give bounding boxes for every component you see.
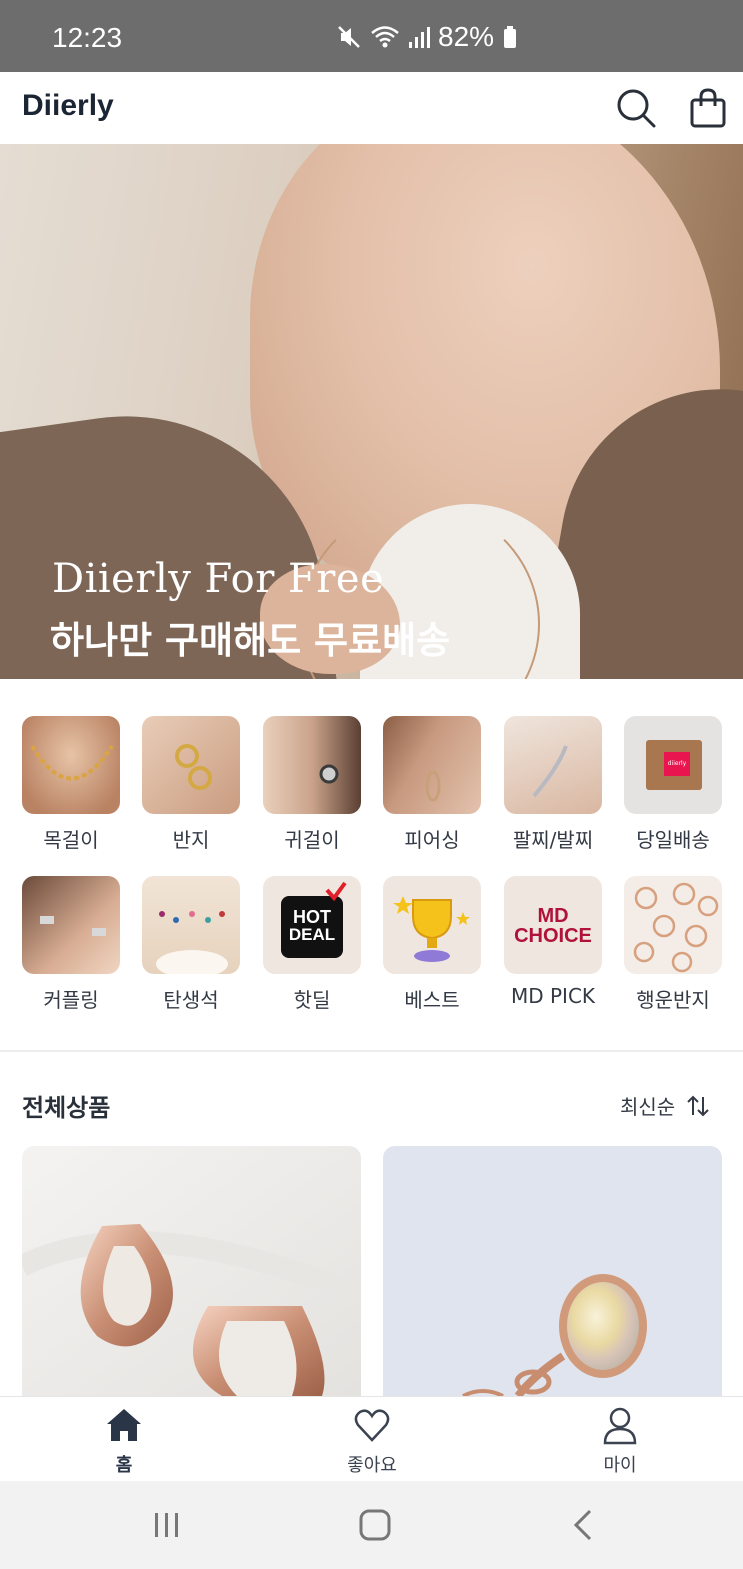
category-label: 베스트 (404, 988, 460, 1012)
shopping-bag-icon[interactable] (686, 86, 730, 130)
category-ring[interactable]: 반지 (141, 716, 241, 853)
category-label: 귀걸이 (284, 828, 340, 852)
category-lucky-ring[interactable]: 행운반지 (623, 876, 723, 1013)
delivery-box-label: diierly (664, 752, 690, 776)
category-thumbnail: diierly (624, 716, 722, 814)
hero-banner[interactable]: Diierly For Free 하나만 구매해도 무료배송 (0, 144, 743, 679)
category-piercing[interactable]: 피어싱 (382, 716, 482, 853)
product-card[interactable] (22, 1146, 361, 1396)
category-thumbnail: HOT DEAL (263, 876, 361, 974)
nav-likes-label: 좋아요 (347, 1455, 397, 1476)
category-bracelet[interactable]: 팔찌/발찌 (503, 716, 603, 853)
hero-title-en: Diierly For Free (52, 556, 385, 602)
home-button-icon[interactable] (355, 1505, 395, 1545)
app-header: Diierly (0, 72, 743, 144)
category-thumbnail (142, 716, 240, 814)
home-icon (107, 1409, 141, 1441)
category-same-day-delivery[interactable]: diierly 당일배송 (623, 716, 723, 853)
sort-arrows-icon (687, 1095, 709, 1116)
md-choice-badge: MD CHOICE (504, 906, 602, 946)
category-couple-ring[interactable]: 커플링 (21, 876, 121, 1013)
nav-my-label: 마이 (603, 1455, 637, 1476)
back-icon[interactable] (564, 1505, 604, 1545)
category-label: 목걸이 (43, 828, 99, 852)
recent-apps-icon[interactable] (147, 1505, 187, 1545)
category-label: 반지 (172, 828, 210, 852)
hero-title-ko: 하나만 구매해도 무료배송 (50, 619, 451, 662)
category-label: MD PICK (510, 984, 596, 1008)
brand-logo[interactable]: Diierly (22, 89, 114, 123)
category-label: 탄생석 (163, 988, 219, 1012)
md-choice-line2: CHOICE (514, 925, 592, 947)
section-title: 전체상품 (22, 1094, 111, 1122)
trophy-icon (393, 896, 470, 962)
category-label: 팔찌/발찌 (512, 828, 594, 852)
category-thumbnail (263, 716, 361, 814)
nav-likes[interactable]: 좋아요 (312, 1405, 432, 1477)
check-icon (325, 881, 347, 902)
battery-percent: 82% (438, 21, 495, 52)
nav-home[interactable]: 홈 (64, 1405, 184, 1477)
category-thumbnail (22, 876, 120, 974)
nav-home-label: 홈 (115, 1455, 133, 1476)
heart-icon (354, 1409, 390, 1442)
category-earring[interactable]: 귀걸이 (262, 716, 362, 853)
status-bar: 12:23 82% (0, 0, 743, 72)
search-icon[interactable] (614, 86, 658, 130)
category-label: 당일배송 (636, 828, 710, 852)
product-image (383, 1146, 722, 1396)
category-thumbnail (383, 716, 481, 814)
category-thumbnail: MD CHOICE (504, 876, 602, 974)
category-best[interactable]: 베스트 (382, 876, 482, 1013)
category-necklace[interactable]: 목걸이 (21, 716, 121, 853)
product-card[interactable] (383, 1146, 722, 1396)
category-thumbnail (142, 876, 240, 974)
md-choice-line1: MD (537, 905, 569, 927)
hot-deal-line1: HOT (293, 907, 331, 927)
battery-icon (504, 26, 517, 48)
status-time: 12:23 (52, 22, 123, 53)
category-label: 피어싱 (404, 828, 460, 852)
product-image (22, 1146, 361, 1396)
status-icons: 82% (336, 20, 518, 54)
sort-button[interactable]: 최신순 (620, 1091, 711, 1120)
wifi-icon (371, 26, 399, 48)
system-navigation-bar (0, 1481, 743, 1569)
category-label: 핫딜 (293, 988, 331, 1012)
category-hot-deal[interactable]: HOT DEAL 핫딜 (262, 876, 362, 1013)
category-label: 커플링 (43, 988, 99, 1012)
nav-my[interactable]: 마이 (560, 1405, 680, 1477)
signal-icon (409, 27, 430, 48)
category-label: 행운반지 (636, 988, 710, 1012)
category-thumbnail (383, 876, 481, 974)
user-icon (603, 1407, 637, 1445)
section-divider (0, 1050, 743, 1052)
category-thumbnail (22, 716, 120, 814)
category-birthstone[interactable]: 탄생석 (141, 876, 241, 1013)
category-thumbnail (504, 716, 602, 814)
category-md-pick[interactable]: MD CHOICE MD PICK (503, 876, 603, 1008)
hot-deal-line2: DEAL (288, 925, 336, 944)
bottom-navigation: 홈 좋아요 마이 (0, 1396, 743, 1481)
category-thumbnail (624, 876, 722, 974)
sort-label: 최신순 (620, 1095, 676, 1119)
mute-icon (338, 26, 360, 48)
hot-deal-badge: HOT DEAL (281, 896, 343, 958)
